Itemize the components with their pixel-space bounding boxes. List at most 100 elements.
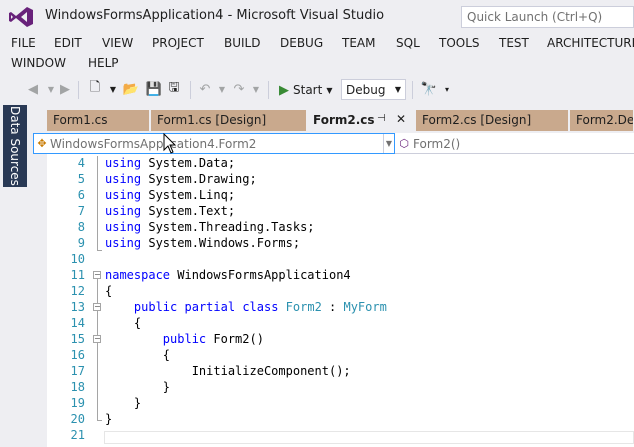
toolbar-separator: [190, 81, 191, 99]
toolbar-separator: [412, 81, 413, 99]
menu-debug[interactable]: DEBUG: [280, 36, 323, 50]
new-project-icon[interactable]: 🗋: [86, 80, 104, 98]
mouse-pointer-icon: [163, 133, 177, 154]
quick-launch-input[interactable]: Quick Launch (Ctrl+Q): [461, 6, 634, 28]
code-line: using System.Data;: [105, 156, 236, 170]
find-in-files-icon[interactable]: 🔭: [420, 80, 438, 98]
code-line: using System.Linq;: [105, 188, 236, 202]
line-number: 11: [70, 268, 85, 282]
code-line: }: [105, 412, 113, 426]
editor-margin: [33, 154, 47, 447]
solution-configuration-select[interactable]: Debug ▼: [341, 79, 406, 100]
code-line: {: [105, 284, 113, 298]
code-line: {: [105, 316, 142, 330]
chevron-down-icon: ▼: [394, 85, 401, 94]
menu-tools[interactable]: TOOLS: [439, 36, 480, 50]
code-line: using System.Drawing;: [105, 172, 257, 186]
member-selector-dropdown[interactable]: ⬡ Form2(): [395, 133, 634, 154]
tab-form2-design[interactable]: Form2.cs [Design]: [416, 110, 569, 132]
code-line: }: [105, 380, 171, 394]
line-number: 19: [70, 396, 85, 410]
pin-icon[interactable]: ⊣: [377, 113, 386, 124]
line-number: 14: [70, 316, 85, 330]
menu-view[interactable]: VIEW: [102, 36, 133, 50]
line-number: 9: [77, 236, 85, 250]
menu-architecture[interactable]: ARCHITECTURE: [547, 36, 634, 50]
tab-form2-designer[interactable]: Form2.Des: [570, 110, 634, 132]
class-icon: ✥: [37, 137, 47, 150]
line-number: 18: [70, 380, 85, 394]
code-line: {: [105, 348, 171, 362]
menu-test[interactable]: TEST: [499, 36, 529, 50]
close-icon[interactable]: ✕: [396, 112, 406, 126]
outline-guide: [97, 250, 102, 251]
menu-build[interactable]: BUILD: [224, 36, 260, 50]
new-project-dropdown-icon[interactable]: ▼: [104, 80, 122, 98]
toolbar-overflow-icon[interactable]: ▾: [438, 80, 456, 98]
tab-label: Form2.cs: [313, 113, 375, 127]
save-all-icon[interactable]: 🖫: [165, 80, 183, 98]
start-debugging-button[interactable]: ▶ Start ▼: [279, 80, 332, 100]
code-line: }: [105, 396, 142, 410]
method-icon: ⬡: [399, 137, 409, 150]
tab-form1-cs[interactable]: Form1.cs: [47, 110, 150, 132]
navigate-forward-icon[interactable]: ▶: [56, 80, 74, 98]
collapse-class-icon[interactable]: −: [93, 303, 101, 311]
menu-sql[interactable]: SQL: [396, 36, 420, 50]
tab-label: Form1.cs [Design]: [157, 113, 267, 127]
toolbar-separator: [268, 81, 269, 99]
type-selector-value: WindowsFormsApplication4.Form2: [50, 136, 257, 151]
redo-icon[interactable]: ↷: [230, 80, 248, 98]
outline-guide: [97, 420, 102, 421]
code-line: using System.Threading.Tasks;: [105, 220, 315, 234]
current-line-highlight: [104, 431, 634, 444]
undo-icon[interactable]: ↶: [196, 80, 214, 98]
line-number: 15: [70, 332, 85, 346]
line-number: 20: [70, 412, 85, 426]
navigate-back-icon[interactable]: ◀: [24, 80, 42, 98]
outline-guide: [97, 156, 98, 250]
line-number: 4: [77, 156, 85, 170]
tab-label: Form2.cs [Design]: [422, 113, 532, 127]
line-number: 16: [70, 348, 85, 362]
code-line: InitializeComponent();: [105, 364, 351, 378]
line-number: 8: [77, 220, 85, 234]
data-sources-tab[interactable]: Data Sources: [3, 105, 27, 187]
menu-project[interactable]: PROJECT: [152, 36, 204, 50]
line-number: 6: [77, 188, 85, 202]
line-number: 21: [70, 428, 85, 442]
outline-guide: [97, 279, 98, 420]
start-dropdown-icon[interactable]: ▼: [326, 86, 332, 95]
line-number: 12: [70, 284, 85, 298]
redo-dropdown-icon[interactable]: ▼: [247, 80, 265, 98]
open-file-icon[interactable]: 📂: [122, 80, 140, 98]
tab-form2-cs[interactable]: Form2.cs ⊣ ✕: [307, 110, 415, 132]
tab-form1-design[interactable]: Form1.cs [Design]: [151, 110, 307, 132]
code-line: using System.Text;: [105, 204, 236, 218]
member-selector-value: Form2(): [413, 136, 461, 151]
visual-studio-logo-icon: [9, 7, 33, 27]
menu-edit[interactable]: EDIT: [54, 36, 82, 50]
toolbar-separator: [78, 81, 79, 99]
menu-help[interactable]: HELP: [88, 56, 119, 70]
menu-team[interactable]: TEAM: [342, 36, 375, 50]
start-play-icon: ▶: [279, 82, 289, 98]
chevron-down-icon[interactable]: ▼: [383, 134, 394, 153]
code-line: using System.Windows.Forms;: [105, 236, 301, 250]
undo-dropdown-icon[interactable]: ▼: [213, 80, 231, 98]
collapse-namespace-icon[interactable]: −: [93, 271, 101, 279]
tab-label: Form1.cs: [53, 113, 108, 127]
tab-label: Form2.Des: [576, 113, 634, 127]
menu-bar: FILE EDIT VIEW PROJECT BUILD DEBUG TEAM …: [0, 33, 634, 75]
configuration-value: Debug: [346, 82, 386, 97]
type-selector-dropdown[interactable]: ✥ WindowsFormsApplication4.Form2 ▼: [33, 133, 395, 154]
save-icon[interactable]: 💾: [145, 80, 163, 98]
menu-file[interactable]: FILE: [11, 36, 36, 50]
window-title: WindowsFormsApplication4 - Microsoft Vis…: [45, 8, 385, 23]
code-line: public Form2(): [162, 332, 264, 346]
menu-window[interactable]: WINDOW: [11, 56, 66, 70]
line-number: 13: [70, 300, 85, 314]
line-number: 5: [77, 172, 85, 186]
line-number: 7: [77, 204, 85, 218]
collapse-method-icon[interactable]: −: [93, 335, 101, 343]
